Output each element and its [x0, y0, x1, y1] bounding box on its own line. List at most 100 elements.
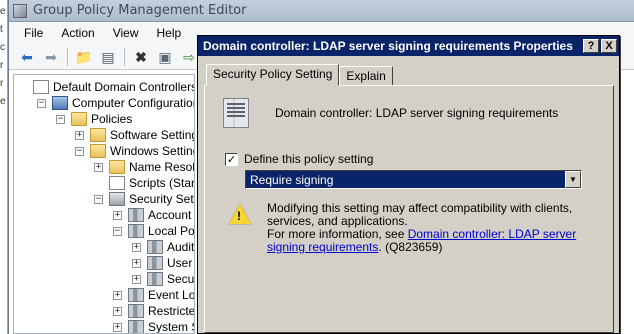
- folder-icon: [90, 144, 106, 158]
- define-policy-label[interactable]: Define this policy setting: [244, 152, 373, 166]
- tree-item[interactable]: + Audit Po: [132, 239, 194, 255]
- tree-item[interactable]: + System Serv: [113, 319, 194, 334]
- tree-item[interactable]: − Local Policie: [113, 223, 195, 239]
- back-arrow-icon[interactable]: ⬅: [17, 47, 37, 67]
- menu-view[interactable]: View: [104, 26, 148, 40]
- gpme-app-icon: [13, 3, 27, 18]
- help-button[interactable]: ?: [583, 39, 599, 53]
- expand-icon[interactable]: +: [132, 274, 141, 284]
- collapse-icon[interactable]: −: [94, 194, 103, 204]
- delete-icon[interactable]: ✖: [131, 47, 151, 67]
- expand-icon[interactable]: +: [75, 130, 84, 140]
- folder-icon: [109, 160, 125, 174]
- tree-item[interactable]: − Computer Configuration: [37, 95, 194, 111]
- collapse-icon[interactable]: −: [56, 114, 65, 124]
- forward-arrow-icon[interactable]: ➡: [41, 47, 61, 67]
- toolbar-separator: [124, 47, 125, 66]
- tree-item-label: Account Poli: [148, 208, 194, 222]
- books-icon: [128, 224, 144, 238]
- tree-item-label: Software Settings: [110, 128, 195, 142]
- computer-icon: [52, 96, 68, 110]
- tree-item-label: Security: [167, 272, 195, 286]
- shield-icon: [109, 192, 125, 206]
- policy-name: Domain controller: LDAP server signing r…: [275, 106, 559, 120]
- sliver-char: e: [0, 6, 6, 17]
- title-bar[interactable]: Group Policy Management Editor: [9, 0, 634, 22]
- compatibility-warning: ! Modifying this setting may affect comp…: [229, 202, 587, 254]
- tree-item-label: Scripts (Startup: [129, 176, 195, 190]
- doc-icon: [33, 80, 49, 94]
- folder-icon: [71, 112, 87, 126]
- collapse-icon[interactable]: −: [75, 146, 84, 156]
- menu-help[interactable]: Help: [148, 26, 191, 40]
- tree-item[interactable]: Default Domain Controllers Polic: [18, 79, 195, 95]
- sliver-char: c: [0, 42, 5, 53]
- dialog-tabs: Security Policy Setting Explain: [206, 64, 393, 86]
- folder-icon: [90, 128, 106, 142]
- tree-item[interactable]: + Name Resolutio: [94, 159, 195, 175]
- warning-line-2: For more information, see Domain control…: [267, 228, 587, 254]
- tree-item-label: User Rig: [167, 256, 194, 270]
- tree-item-label: Policies: [91, 112, 133, 126]
- window-title: Group Policy Management Editor: [33, 3, 247, 18]
- chevron-down-icon[interactable]: ▼: [565, 171, 581, 188]
- export-icon[interactable]: ⇨: [179, 47, 199, 67]
- tree-item-label: Name Resolutio: [129, 160, 195, 174]
- tree-item-label: Security Setting: [129, 192, 194, 206]
- books-icon: [128, 320, 144, 333]
- books-icon: [147, 272, 163, 286]
- define-policy-row: ✓ Define this policy setting: [225, 152, 373, 166]
- expand-icon[interactable]: +: [113, 322, 122, 332]
- dialog-title-bar[interactable]: Domain controller: LDAP server signing r…: [198, 36, 619, 56]
- tree-item[interactable]: + Restricted G: [113, 303, 195, 319]
- books-icon: [147, 256, 163, 270]
- tree-item[interactable]: + Account Poli: [113, 207, 194, 223]
- warning-icon: !: [229, 204, 251, 224]
- warning-prefix: For more information, see: [267, 227, 408, 241]
- menu-file[interactable]: File: [15, 26, 52, 40]
- collapse-icon[interactable]: −: [37, 98, 46, 108]
- books-icon: [147, 240, 163, 254]
- books-icon: [128, 208, 144, 222]
- expand-icon[interactable]: +: [113, 290, 122, 300]
- define-policy-checkbox[interactable]: ✓: [225, 152, 238, 166]
- sliver-char: t: [0, 24, 3, 35]
- server-policy-icon: [223, 98, 249, 128]
- tree-item[interactable]: − Windows Settings: [75, 143, 194, 159]
- tree-item[interactable]: + Software Settings: [75, 127, 195, 143]
- warning-text: Modifying this setting may affect compat…: [267, 202, 587, 254]
- tree-item[interactable]: + Event Log: [113, 287, 194, 303]
- doc-icon: [109, 176, 125, 190]
- sliver-char: e: [0, 96, 6, 107]
- tab-panel: Domain controller: LDAP server signing r…: [204, 85, 614, 333]
- sliver-char: r: [0, 60, 4, 71]
- properties-dialog: Domain controller: LDAP server signing r…: [197, 35, 620, 334]
- books-icon: [128, 288, 144, 302]
- tree-item[interactable]: − Security Setting: [94, 191, 194, 207]
- signing-requirement-select[interactable]: Require signing ▼: [245, 170, 582, 189]
- tree-item[interactable]: − Policies: [56, 111, 132, 127]
- expand-icon[interactable]: +: [132, 258, 141, 268]
- expand-icon[interactable]: +: [113, 306, 122, 316]
- tree-item-label: Restricted G: [148, 304, 195, 318]
- tree-item[interactable]: + User Rig: [132, 255, 194, 271]
- tree-item[interactable]: Scripts (Startup: [94, 175, 195, 191]
- tab-security-policy-setting[interactable]: Security Policy Setting: [206, 64, 340, 86]
- tree-item[interactable]: + Security: [132, 271, 195, 287]
- tab-explain[interactable]: Explain: [339, 66, 393, 86]
- close-button[interactable]: X: [601, 39, 617, 53]
- tree-item-label: System Serv: [148, 320, 194, 334]
- tree-item-label: Local Policie: [148, 224, 195, 238]
- collapse-icon[interactable]: −: [113, 226, 122, 236]
- properties-icon[interactable]: ▣: [155, 47, 175, 67]
- expand-icon[interactable]: +: [132, 242, 141, 252]
- tree-item-label: Default Domain Controllers Polic: [53, 80, 195, 94]
- tree-item-label: Windows Settings: [110, 144, 194, 158]
- toolbar-separator: [67, 47, 68, 66]
- expand-icon[interactable]: +: [113, 210, 122, 220]
- show-hide-tree-icon[interactable]: ▤: [98, 47, 118, 67]
- sliver-char: r: [0, 78, 4, 89]
- expand-icon[interactable]: +: [94, 162, 103, 172]
- menu-action[interactable]: Action: [52, 26, 103, 40]
- up-folder-icon[interactable]: 📁: [74, 47, 94, 67]
